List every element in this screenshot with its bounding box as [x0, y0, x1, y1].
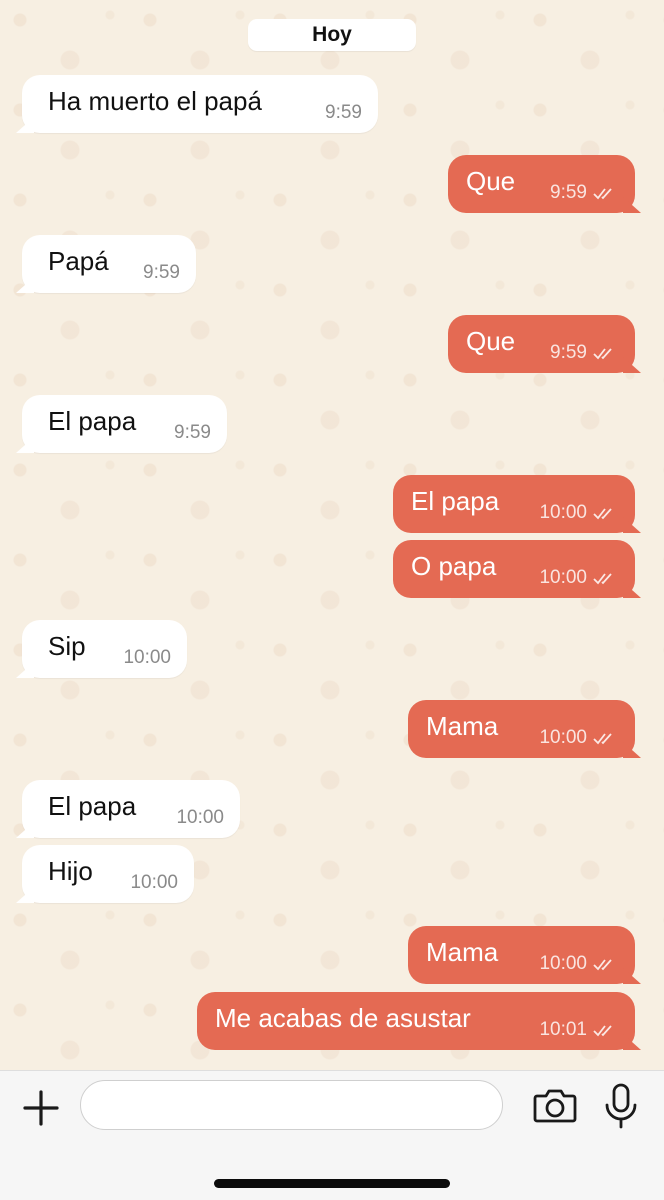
message-outgoing[interactable]: Que 9:59 — [448, 315, 641, 373]
message-time: 10:00 — [123, 647, 171, 668]
message-time: 10:00 — [539, 567, 587, 588]
message-text: Hijo — [48, 856, 93, 886]
double-check-icon — [593, 1025, 612, 1037]
message-outgoing[interactable]: Me acabas de asustar 10:01 — [197, 992, 641, 1050]
message-input[interactable] — [80, 1080, 503, 1130]
microphone-icon[interactable] — [603, 1083, 639, 1129]
message-text: El papa — [411, 486, 500, 516]
message-time: 9:59 — [143, 262, 180, 283]
attach-button[interactable] — [20, 1087, 62, 1129]
message-text: Que — [466, 326, 516, 356]
message-incoming[interactable]: Sip 10:00 — [16, 620, 187, 678]
message-text: El papa — [48, 791, 137, 821]
message-text: Papá — [48, 246, 109, 276]
message-time: 9:59 — [174, 422, 211, 443]
message-time: 9:59 — [550, 342, 587, 363]
camera-icon[interactable] — [533, 1087, 577, 1123]
message-outgoing[interactable]: Que 9:59 — [448, 155, 641, 213]
home-indicator[interactable] — [214, 1179, 450, 1188]
message-text: O papa — [411, 551, 497, 581]
message-incoming[interactable]: Hijo 10:00 — [16, 845, 194, 903]
double-check-icon — [593, 188, 612, 200]
double-check-icon — [593, 573, 612, 585]
message-text: Mama — [426, 937, 499, 967]
plus-icon — [23, 1090, 59, 1126]
message-incoming[interactable]: Ha muerto el papá 9:59 — [16, 75, 378, 133]
double-check-icon — [593, 733, 612, 745]
composer-bar — [0, 1070, 664, 1200]
message-time: 10:00 — [539, 502, 587, 523]
message-time: 10:00 — [539, 953, 587, 974]
message-time: 9:59 — [325, 102, 362, 123]
message-outgoing[interactable]: Mama 10:00 — [408, 926, 641, 984]
message-outgoing[interactable]: El papa 10:00 — [393, 475, 641, 533]
message-text: Sip — [48, 631, 86, 661]
message-incoming[interactable]: El papa 9:59 — [16, 395, 227, 453]
message-time: 10:01 — [539, 1019, 587, 1040]
message-time: 9:59 — [550, 182, 587, 203]
date-separator: Hoy — [248, 19, 416, 51]
double-check-icon — [593, 348, 612, 360]
message-text: El papa — [48, 406, 137, 436]
message-incoming[interactable]: El papa 10:00 — [16, 780, 240, 838]
chat-area: Hoy Ha muerto el papá 9:59 Que 9:59 Papá… — [0, 0, 664, 1070]
double-check-icon — [593, 508, 612, 520]
message-time: 10:00 — [176, 807, 224, 828]
message-outgoing[interactable]: Mama 10:00 — [408, 700, 641, 758]
message-text: Que — [466, 166, 516, 196]
message-time: 10:00 — [130, 872, 178, 893]
double-check-icon — [593, 959, 612, 971]
message-outgoing[interactable]: O papa 10:00 — [393, 540, 641, 598]
message-text: Me acabas de asustar — [215, 1003, 471, 1033]
message-text: Mama — [426, 711, 499, 741]
message-time: 10:00 — [539, 727, 587, 748]
message-incoming[interactable]: Papá 9:59 — [16, 235, 196, 293]
message-text: Ha muerto el papá — [48, 86, 262, 116]
